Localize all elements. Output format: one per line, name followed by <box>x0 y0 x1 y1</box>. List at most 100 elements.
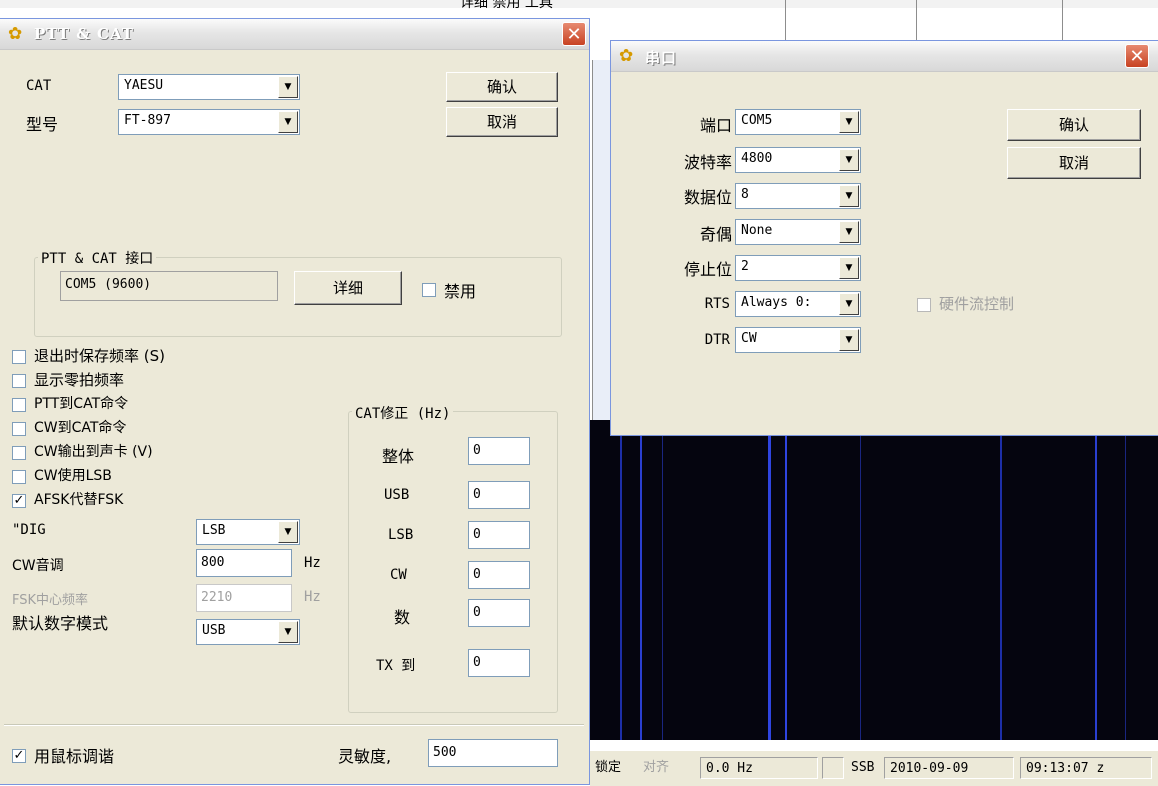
cat-label: CAT <box>26 78 52 94</box>
chevron-down-icon[interactable]: ▼ <box>839 221 859 243</box>
cat-correction-title: CAT修正 (Hz) <box>352 403 454 423</box>
zero-beat-label: 显示零拍频率 <box>34 371 125 389</box>
background-divider <box>1062 0 1063 40</box>
model-select[interactable]: FT-897 ▼ <box>118 109 300 135</box>
ptt-cat-checkbox[interactable] <box>12 398 26 412</box>
correction-overall-input[interactable]: 0 <box>468 437 530 465</box>
disable-label: 禁用 <box>444 282 477 301</box>
model-label: 型号 <box>26 115 59 134</box>
data-bits-label: 数据位 <box>683 188 732 207</box>
default-mode-value: USB <box>202 623 226 638</box>
status-spacer <box>822 757 844 779</box>
correction-overall-label: 整体 <box>382 447 415 466</box>
status-date: 2010-09-09 <box>884 757 1014 779</box>
parity-select[interactable]: None ▼ <box>735 219 861 245</box>
ok-button[interactable]: 确认 <box>446 72 558 102</box>
sensitivity-label: 灵敏度, <box>338 747 392 766</box>
save-freq-label: 退出时保存频率 (S) <box>34 347 165 365</box>
dig-select[interactable]: LSB ▼ <box>196 519 300 545</box>
mouse-tune-checkbox[interactable]: ✓ <box>12 749 26 763</box>
cw-cat-checkbox[interactable] <box>12 422 26 436</box>
status-lock[interactable]: 锁定 <box>590 757 638 779</box>
background-divider <box>916 0 917 40</box>
sensitivity-input[interactable]: 500 <box>428 739 558 767</box>
correction-data-input[interactable]: 0 <box>468 599 530 627</box>
correction-usb-input[interactable]: 0 <box>468 481 530 509</box>
flow-control-label: 硬件流控制 <box>939 295 1015 313</box>
ptt-cat-titlebar[interactable]: ✿ PTT & CAT ✕ <box>0 19 589 50</box>
port-select[interactable]: COM5 ▼ <box>735 109 861 135</box>
dtr-value: CW <box>741 331 757 346</box>
save-freq-checkbox[interactable] <box>12 350 26 364</box>
correction-tx-label: TX 到 <box>376 658 416 674</box>
serial-port-dialog: ✿ 串口 ✕ 端口 COM5 ▼ 波特率 4800 ▼ 数据位 8 ▼ 奇偶 N… <box>610 40 1158 436</box>
background-divider <box>785 0 786 40</box>
chevron-down-icon[interactable]: ▼ <box>839 329 859 351</box>
chevron-down-icon[interactable]: ▼ <box>278 621 298 643</box>
correction-lsb-input[interactable]: 0 <box>468 521 530 549</box>
cw-tone-input[interactable]: 800 <box>196 549 292 577</box>
correction-data-label: 数 <box>394 608 411 627</box>
dtr-label: DTR <box>704 332 730 348</box>
stop-bits-label: 停止位 <box>683 260 732 279</box>
interface-group-label: PTT & CAT 接口 <box>38 248 157 268</box>
chevron-down-icon[interactable]: ▼ <box>839 293 859 315</box>
divider <box>4 724 584 726</box>
data-bits-select[interactable]: 8 ▼ <box>735 183 861 209</box>
fsk-center-label: FSK中心频率 <box>12 593 89 608</box>
detail-button[interactable]: 详细 <box>294 271 402 305</box>
dialog-title: PTT & CAT <box>34 25 134 43</box>
serial-cancel-button[interactable]: 取消 <box>1007 147 1141 179</box>
port-display: COM5 (9600) <box>60 271 278 301</box>
baud-select-value: 4800 <box>741 151 773 166</box>
cw-cat-label: CW到CAT命令 <box>34 420 127 436</box>
status-freq: 0.0 Hz <box>700 757 818 779</box>
rts-label: RTS <box>704 296 730 312</box>
disable-checkbox[interactable] <box>422 283 436 297</box>
correction-cw-label: CW <box>390 567 407 583</box>
close-icon[interactable]: ✕ <box>1125 44 1149 68</box>
parity-value: None <box>741 223 773 238</box>
close-icon[interactable]: ✕ <box>562 22 586 46</box>
correction-tx-input[interactable]: 0 <box>468 649 530 677</box>
fsk-center-input: 2210 <box>196 584 292 612</box>
correction-cw-input[interactable]: 0 <box>468 561 530 589</box>
stop-bits-select[interactable]: 2 ▼ <box>735 255 861 281</box>
port-select-value: COM5 <box>741 113 773 128</box>
chevron-down-icon[interactable]: ▼ <box>839 149 859 171</box>
zero-beat-checkbox[interactable] <box>12 374 26 388</box>
dig-select-value: LSB <box>202 523 226 538</box>
correction-usb-label: USB <box>384 487 410 503</box>
serial-titlebar[interactable]: ✿ 串口 ✕ <box>611 41 1158 72</box>
status-time: 09:13:07 z <box>1020 757 1152 779</box>
cw-lsb-checkbox[interactable] <box>12 470 26 484</box>
status-mode: SSB <box>851 760 875 775</box>
port-label: 端口 <box>699 116 732 135</box>
chevron-down-icon[interactable]: ▼ <box>278 111 298 133</box>
flow-control-checkbox[interactable] <box>917 298 931 312</box>
mouse-tune-label: 用鼠标调谐 <box>34 747 115 766</box>
cat-select[interactable]: YAESU ▼ <box>118 74 300 100</box>
cw-soundcard-checkbox[interactable] <box>12 446 26 460</box>
cw-tone-label: CW音调 <box>12 558 64 574</box>
chevron-down-icon[interactable]: ▼ <box>839 185 859 207</box>
cw-lsb-label: CW使用LSB <box>34 468 112 484</box>
status-align[interactable]: 对齐 <box>638 757 700 779</box>
default-mode-select[interactable]: USB ▼ <box>196 619 300 645</box>
stop-bits-value: 2 <box>741 259 749 274</box>
model-select-value: FT-897 <box>124 113 171 128</box>
correction-lsb-label: LSB <box>388 527 414 543</box>
rts-select[interactable]: Always 0: ▼ <box>735 291 861 317</box>
background-top-text: 详细 禁用 工具 <box>460 0 553 11</box>
baud-select[interactable]: 4800 ▼ <box>735 147 861 173</box>
dtr-select[interactable]: CW ▼ <box>735 327 861 353</box>
chevron-down-icon[interactable]: ▼ <box>839 257 859 279</box>
cw-soundcard-label: CW输出到声卡 (V) <box>34 444 153 460</box>
serial-ok-button[interactable]: 确认 <box>1007 109 1141 141</box>
waterfall-display[interactable] <box>590 420 1158 740</box>
afsk-checkbox[interactable]: ✓ <box>12 494 26 508</box>
cancel-button[interactable]: 取消 <box>446 107 558 137</box>
chevron-down-icon[interactable]: ▼ <box>278 521 298 543</box>
chevron-down-icon[interactable]: ▼ <box>839 111 859 133</box>
chevron-down-icon[interactable]: ▼ <box>278 76 298 98</box>
